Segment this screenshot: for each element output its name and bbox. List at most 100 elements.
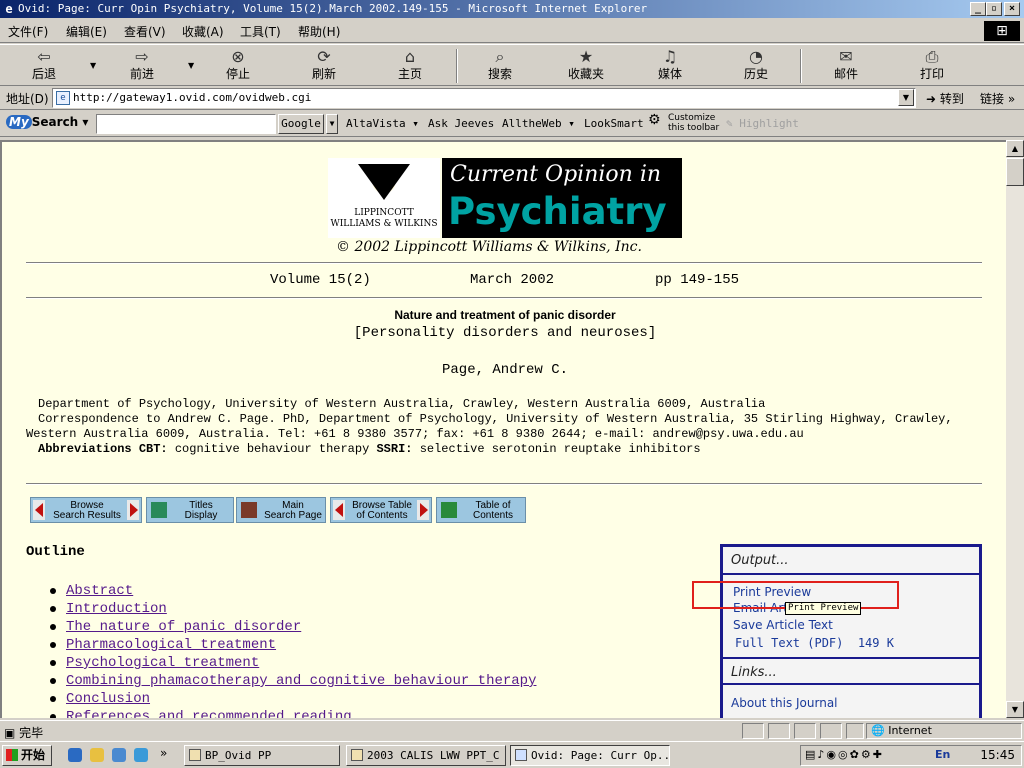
mail-icon: ✉ (839, 47, 853, 66)
altavista-button[interactable]: AltaVista ▾ (346, 117, 419, 130)
output-panel: Output... Print Preview Email Article Te… (720, 544, 982, 718)
outline-link-combining[interactable]: Combining phamacotherapy and cognitive b… (66, 673, 536, 689)
publisher-logo: LIPPINCOTT WILLIAMS & WILKINS (328, 158, 440, 238)
globe-icon: 🌐 (871, 724, 885, 737)
about-journal-link[interactable]: About this Journal (731, 696, 838, 710)
menu-file[interactable]: 文件(F) (8, 23, 48, 40)
maximize-button[interactable]: ▫ (986, 2, 1002, 16)
media-button[interactable]: ♫ 媒体 (640, 47, 700, 85)
address-input[interactable]: e http://gateway1.ovid.com/ovidweb.cgi (52, 88, 916, 108)
back-dropdown-icon[interactable]: ▼ (90, 61, 96, 70)
outline-link-references[interactable]: References and recommended reading (66, 709, 352, 718)
journal-logo-line2: Psychiatry (448, 190, 667, 233)
alltheweb-button[interactable]: AlltheWeb ▾ (502, 117, 575, 130)
print-button[interactable]: ⎙ 打印 (902, 47, 962, 85)
favorites-folder-icon: ★ (578, 47, 594, 66)
taskbar-item-ovid-page[interactable]: Ovid: Page: Curr Op... (510, 745, 670, 766)
links-button[interactable]: 链接 » (980, 90, 1015, 107)
close-button[interactable]: × (1004, 2, 1020, 16)
scroll-thumb[interactable] (1006, 158, 1024, 186)
clock: 15:45 (980, 748, 1015, 762)
window-title-bar[interactable]: e Ovid: Page: Curr Opin Psychiatry, Volu… (0, 0, 1024, 18)
chevron-right-icon[interactable]: » (160, 746, 167, 760)
divider (26, 483, 982, 485)
page-range: pp 149-155 (655, 272, 740, 288)
engine-dropdown-icon[interactable]: ▼ (326, 114, 338, 134)
divider (26, 262, 982, 264)
forward-dropdown-icon[interactable]: ▼ (188, 61, 194, 70)
search-button[interactable]: ⌕ 搜索 (470, 47, 530, 85)
ie-quicklaunch-icon[interactable] (68, 748, 82, 762)
abbreviations: Abbreviations CBT: cognitive behaviour t… (38, 442, 701, 456)
menu-tools[interactable]: 工具(T) (240, 23, 281, 40)
list-item: Abstract (50, 582, 536, 600)
status-pane (742, 723, 764, 739)
toolbar-separator (800, 49, 802, 83)
minimize-button[interactable]: _ (970, 2, 986, 16)
status-text: ▣ 完毕 (4, 726, 44, 740)
table-of-contents-button[interactable]: Table of Contents (436, 497, 526, 523)
search-input[interactable] (96, 114, 276, 134)
mail-button[interactable]: ✉ 邮件 (816, 47, 876, 85)
browse-toc-button[interactable]: Browse Table of Contents (330, 497, 432, 523)
menu-bar: 文件(F) 编辑(E) 查看(V) 收藏(A) 工具(T) 帮助(H) ⊞ (0, 19, 1024, 43)
prev-arrow-icon (333, 500, 345, 520)
browse-search-results-button[interactable]: Browse Search Results (30, 497, 142, 523)
refresh-button[interactable]: ⟳ 刷新 (294, 47, 354, 85)
taskbar-item-bp-ovid[interactable]: BP_Ovid PP (184, 745, 340, 766)
media-quicklaunch-icon[interactable] (134, 748, 148, 762)
favorites-button[interactable]: ★ 收藏夹 (556, 47, 616, 85)
ie-icon: e (5, 2, 13, 16)
forward-button[interactable]: ⇨ 前进 (112, 47, 172, 85)
scroll-down-icon[interactable]: ▼ (1006, 701, 1024, 718)
fulltext-pdf-link[interactable]: Full Text (PDF) 149 K (735, 636, 894, 650)
powerpoint-icon (351, 749, 363, 761)
address-dropdown-icon[interactable]: ▼ (898, 89, 914, 106)
output-heading: Output... (723, 547, 979, 575)
askjeeves-button[interactable]: Ask Jeeves (428, 117, 494, 130)
article-section: [Personality disorders and neuroses] (353, 325, 657, 341)
outline-link-conclusion[interactable]: Conclusion (66, 691, 150, 707)
windows-logo-icon: ⊞ (984, 21, 1020, 41)
article-title: Nature and treatment of panic disorder (394, 308, 616, 322)
outline-link-abstract[interactable]: Abstract (66, 583, 133, 599)
looksmart-button[interactable]: LookSmart (584, 117, 644, 130)
tray-icons[interactable]: ▤♪◉◎✿⚙✚ (805, 748, 884, 761)
status-pane (820, 723, 842, 739)
titles-display-button[interactable]: Titles Display (146, 497, 234, 523)
stop-button[interactable]: ⊗ 停止 (208, 47, 268, 85)
back-button[interactable]: ⇦ 后退 (14, 47, 74, 85)
list-item: Combining phamacotherapy and cognitive b… (50, 672, 536, 690)
highlight-button[interactable]: ✎ Highlight (726, 117, 799, 130)
page-icon: e (56, 91, 70, 105)
menu-edit[interactable]: 编辑(E) (66, 23, 107, 40)
history-button[interactable]: ◔ 历史 (726, 47, 786, 85)
outlook-quicklaunch-icon[interactable] (90, 748, 104, 762)
go-button[interactable]: ➜ 转到 (926, 90, 964, 107)
google-button[interactable]: Google (278, 114, 324, 134)
language-indicator[interactable]: En (935, 748, 950, 761)
volume: Volume 15(2) (270, 272, 371, 288)
author: Page, Andrew C. (441, 362, 569, 378)
status-pane (846, 723, 864, 739)
taskbar-item-calis[interactable]: 2003 CALIS LWW PPT_C (346, 745, 506, 766)
menu-help[interactable]: 帮助(H) (298, 23, 340, 40)
home-button[interactable]: ⌂ 主页 (380, 47, 440, 85)
save-article-link[interactable]: Save Article Text (733, 618, 833, 632)
start-button[interactable]: 开始 (2, 745, 52, 766)
menu-favorites[interactable]: 收藏(A) (182, 23, 224, 40)
outline-link-nature[interactable]: The nature of panic disorder (66, 619, 301, 635)
correspondence-line2: Western Australia 6009, Australia. Tel: … (26, 427, 804, 441)
vertical-scrollbar[interactable]: ▲ ▼ (1006, 140, 1024, 718)
list-icon (151, 502, 167, 518)
scroll-up-icon[interactable]: ▲ (1006, 140, 1024, 157)
outline-link-pharmacological[interactable]: Pharmacological treatment (66, 637, 276, 653)
list-item: Pharmacological treatment (50, 636, 536, 654)
outline-link-psychological[interactable]: Psychological treatment (66, 655, 259, 671)
taskbar: 开始 » BP_Ovid PP 2003 CALIS LWW PPT_C Ovi… (0, 741, 1024, 768)
mysearch-button[interactable]: My Search ▾ (6, 115, 88, 129)
menu-view[interactable]: 查看(V) (124, 23, 166, 40)
outline-link-introduction[interactable]: Introduction (66, 601, 167, 617)
main-search-page-button[interactable]: Main Search Page (236, 497, 326, 523)
desktop-quicklaunch-icon[interactable] (112, 748, 126, 762)
